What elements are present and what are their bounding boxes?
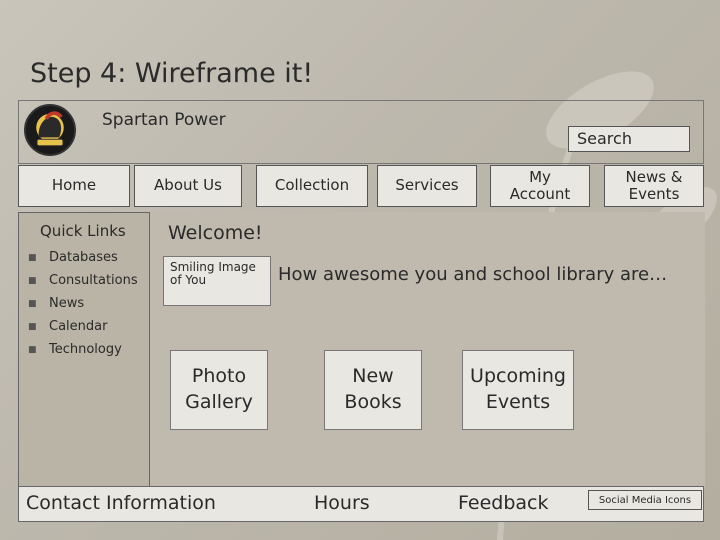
- tile-label: Photo Gallery: [185, 365, 253, 413]
- tile-photo-gallery[interactable]: Photo Gallery: [170, 350, 268, 430]
- quick-links-list: ■ Databases ■ Consultations ■ News ■ Calenda…: [28, 246, 138, 361]
- quick-link-label: Calendar: [49, 319, 108, 334]
- quick-link-databases[interactable]: ■ Databases: [28, 246, 138, 269]
- spartan-helmet-icon[interactable]: [24, 104, 76, 156]
- tile-new-books[interactable]: New Books: [324, 350, 422, 430]
- slide-title: Step 4: Wireframe it!: [30, 58, 314, 89]
- footer-hours-link[interactable]: Hours: [314, 492, 370, 514]
- bullet-icon: ■: [28, 321, 37, 332]
- nav-news-events[interactable]: News & Events: [604, 165, 704, 207]
- nav-label: My Account: [509, 167, 571, 203]
- quick-link-label: Consultations: [49, 273, 138, 288]
- nav-label: News & Events: [625, 167, 683, 203]
- tile-label: New Books: [344, 365, 402, 413]
- quick-link-news[interactable]: ■ News: [28, 292, 138, 315]
- nav-services[interactable]: Services: [377, 165, 477, 207]
- footer-feedback-link[interactable]: Feedback: [458, 492, 548, 514]
- nav-about-us[interactable]: About Us: [134, 165, 242, 207]
- bullet-icon: ■: [28, 298, 37, 309]
- nav-label: Services: [395, 176, 459, 195]
- quick-link-calendar[interactable]: ■ Calendar: [28, 315, 138, 338]
- footer-contact-link[interactable]: Contact Information: [26, 492, 216, 514]
- welcome-heading: Welcome!: [168, 222, 263, 244]
- tile-label: Upcoming Events: [470, 365, 566, 413]
- bullet-icon: ■: [28, 275, 37, 286]
- quick-link-technology[interactable]: ■ Technology: [28, 338, 138, 361]
- nav-collection[interactable]: Collection: [256, 165, 368, 207]
- bullet-icon: ■: [28, 252, 37, 263]
- quick-link-label: Technology: [49, 342, 122, 357]
- site-name: Spartan Power: [102, 110, 226, 130]
- nav-label: Home: [51, 176, 97, 195]
- quick-links-title: Quick Links: [40, 222, 126, 240]
- quick-link-consultations[interactable]: ■ Consultations: [28, 269, 138, 292]
- image-placeholder: Smiling Image of You: [163, 256, 271, 306]
- nav-label: Collection: [274, 176, 350, 195]
- tagline: How awesome you and school library are…: [278, 264, 668, 285]
- social-media-icons[interactable]: Social Media Icons: [588, 490, 702, 510]
- quick-link-label: News: [49, 296, 85, 311]
- nav-my-account[interactable]: My Account: [490, 165, 590, 207]
- nav-home[interactable]: Home: [18, 165, 130, 207]
- nav-label: About Us: [154, 176, 222, 195]
- quick-link-label: Databases: [49, 250, 118, 265]
- tile-upcoming-events[interactable]: Upcoming Events: [462, 350, 574, 430]
- bullet-icon: ■: [28, 344, 37, 355]
- search-box[interactable]: Search: [568, 126, 690, 152]
